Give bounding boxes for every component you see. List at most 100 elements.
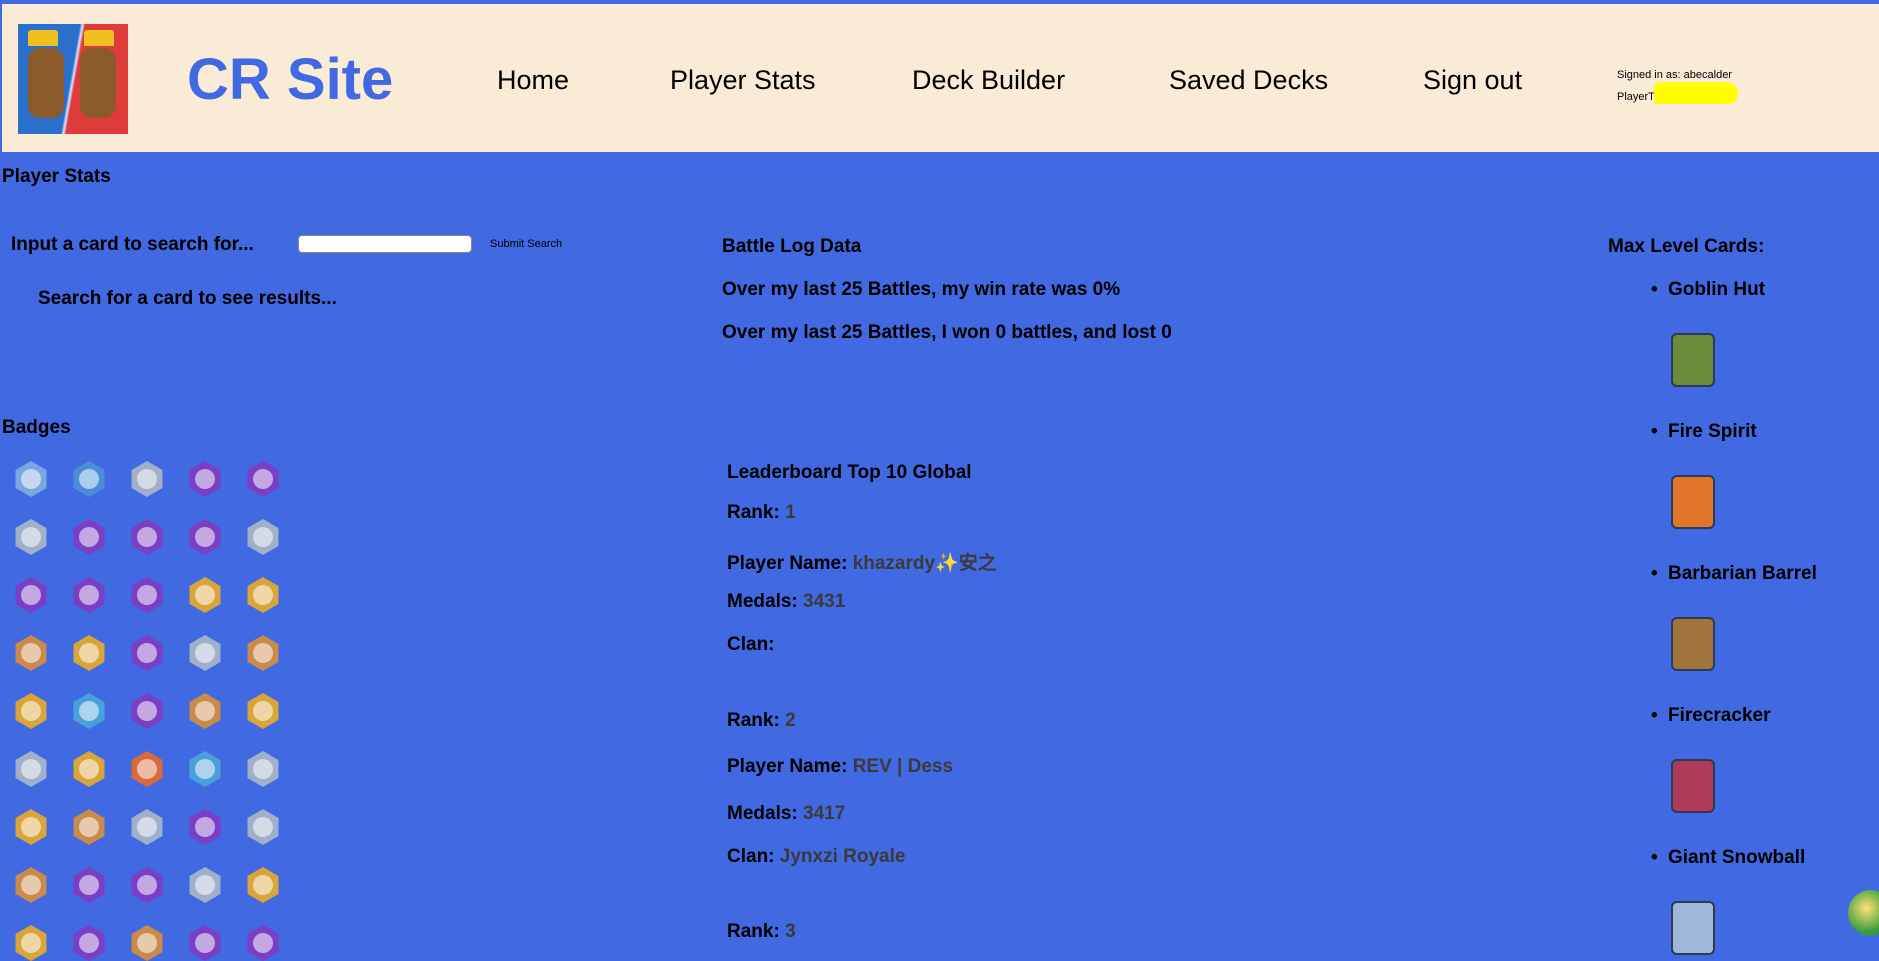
card-image <box>1671 617 1715 671</box>
leaderboard-medals: Medals: 3417 <box>727 803 846 824</box>
card-search-input[interactable] <box>298 235 472 253</box>
badge-icon <box>13 751 49 787</box>
nav-deck-builder[interactable]: Deck Builder <box>912 64 1065 96</box>
badge-icon <box>245 693 281 729</box>
badge-emblem <box>253 817 273 837</box>
badge-emblem <box>79 527 99 547</box>
badge-icon <box>13 577 49 613</box>
badge-icon <box>129 867 165 903</box>
badge-icon <box>13 635 49 671</box>
badge-icon <box>71 693 107 729</box>
badge-emblem <box>253 585 273 605</box>
badge-emblem <box>79 933 99 953</box>
badge-icon <box>13 925 49 961</box>
page-title: Player Stats <box>2 166 111 187</box>
badge-icon <box>71 867 107 903</box>
nav-home[interactable]: Home <box>497 64 569 96</box>
search-label: Input a card to search for... <box>11 234 254 255</box>
badge-icon <box>245 635 281 671</box>
badge-emblem <box>195 933 215 953</box>
badge-icon <box>129 693 165 729</box>
max-level-title: Max Level Cards: <box>1608 236 1765 257</box>
leaderboard-rank: Rank: 1 <box>727 502 796 523</box>
submit-search-button[interactable]: Submit Search <box>490 238 562 250</box>
card-image <box>1671 759 1715 813</box>
badge-emblem <box>195 585 215 605</box>
badge-emblem <box>79 469 99 489</box>
battle-record: Over my last 25 Battles, I won 0 battles… <box>722 322 1172 343</box>
badge-icon <box>71 519 107 555</box>
badge-icon <box>13 867 49 903</box>
badge-emblem <box>137 527 157 547</box>
badge-emblem <box>253 643 273 663</box>
leaderboard-rank: Rank: 2 <box>727 710 796 731</box>
leaderboard-medals: Medals: 3431 <box>727 591 846 612</box>
badge-icon <box>187 867 223 903</box>
badge-icon <box>245 751 281 787</box>
nav-player-stats[interactable]: Player Stats <box>670 64 816 96</box>
badge-emblem <box>137 643 157 663</box>
badge-icon <box>245 519 281 555</box>
leaderboard-title: Leaderboard Top 10 Global <box>727 462 972 483</box>
badge-emblem <box>21 817 41 837</box>
badge-emblem <box>253 527 273 547</box>
card-image <box>1671 333 1715 387</box>
badge-emblem <box>79 585 99 605</box>
badge-emblem <box>195 643 215 663</box>
badge-emblem <box>79 875 99 895</box>
badge-emblem <box>253 469 273 489</box>
search-result-text: Search for a card to see results... <box>38 288 337 309</box>
badge-emblem <box>21 933 41 953</box>
badge-emblem <box>21 585 41 605</box>
leaderboard-clan: Clan: <box>727 634 775 655</box>
badge-icon <box>187 577 223 613</box>
nav-saved-decks[interactable]: Saved Decks <box>1169 64 1328 96</box>
badge-emblem <box>137 875 157 895</box>
leaderboard-rank: Rank: 3 <box>727 921 796 942</box>
badge-icon <box>187 693 223 729</box>
nav-sign-out[interactable]: Sign out <box>1423 64 1522 96</box>
badge-emblem <box>195 527 215 547</box>
badge-icon <box>187 751 223 787</box>
badge-icon <box>245 577 281 613</box>
site-header: CR Site Home Player Stats Deck Builder S… <box>2 4 1879 152</box>
leaderboard-player-name: Player Name: REV | Dess <box>727 756 954 777</box>
leaderboard-clan: Clan: Jynxzi Royale <box>727 846 906 867</box>
badge-icon <box>129 751 165 787</box>
badge-emblem <box>21 469 41 489</box>
crown-icon <box>28 30 58 46</box>
badge-icon <box>71 751 107 787</box>
badge-icon <box>129 635 165 671</box>
badge-emblem <box>137 817 157 837</box>
badge-icon <box>13 809 49 845</box>
max-level-card-name: Giant Snowball <box>1651 847 1805 869</box>
badge-emblem <box>253 701 273 721</box>
floating-helper-icon[interactable] <box>1848 890 1879 936</box>
badge-icon <box>187 519 223 555</box>
king-figure <box>80 48 116 118</box>
battle-win-rate: Over my last 25 Battles, my win rate was… <box>722 279 1121 300</box>
leaderboard-player-name: Player Name: khazardy✨安之 <box>727 553 997 574</box>
badge-icon <box>187 925 223 961</box>
badge-icon <box>245 925 281 961</box>
badge-emblem <box>195 701 215 721</box>
badge-emblem <box>21 643 41 663</box>
badge-icon <box>187 461 223 497</box>
badge-icon <box>13 461 49 497</box>
badge-emblem <box>195 759 215 779</box>
badge-emblem <box>137 469 157 489</box>
badge-emblem <box>195 469 215 489</box>
max-level-card-name: Barbarian Barrel <box>1651 563 1817 585</box>
badge-icon <box>187 635 223 671</box>
badge-emblem <box>195 875 215 895</box>
badge-emblem <box>21 527 41 547</box>
site-logo[interactable] <box>18 24 128 134</box>
badge-icon <box>13 519 49 555</box>
card-image <box>1671 475 1715 529</box>
site-title[interactable]: CR Site <box>187 48 393 112</box>
badge-emblem <box>253 759 273 779</box>
badge-icon <box>245 461 281 497</box>
badge-emblem <box>21 875 41 895</box>
redaction-mark <box>1654 82 1738 104</box>
badge-emblem <box>79 643 99 663</box>
